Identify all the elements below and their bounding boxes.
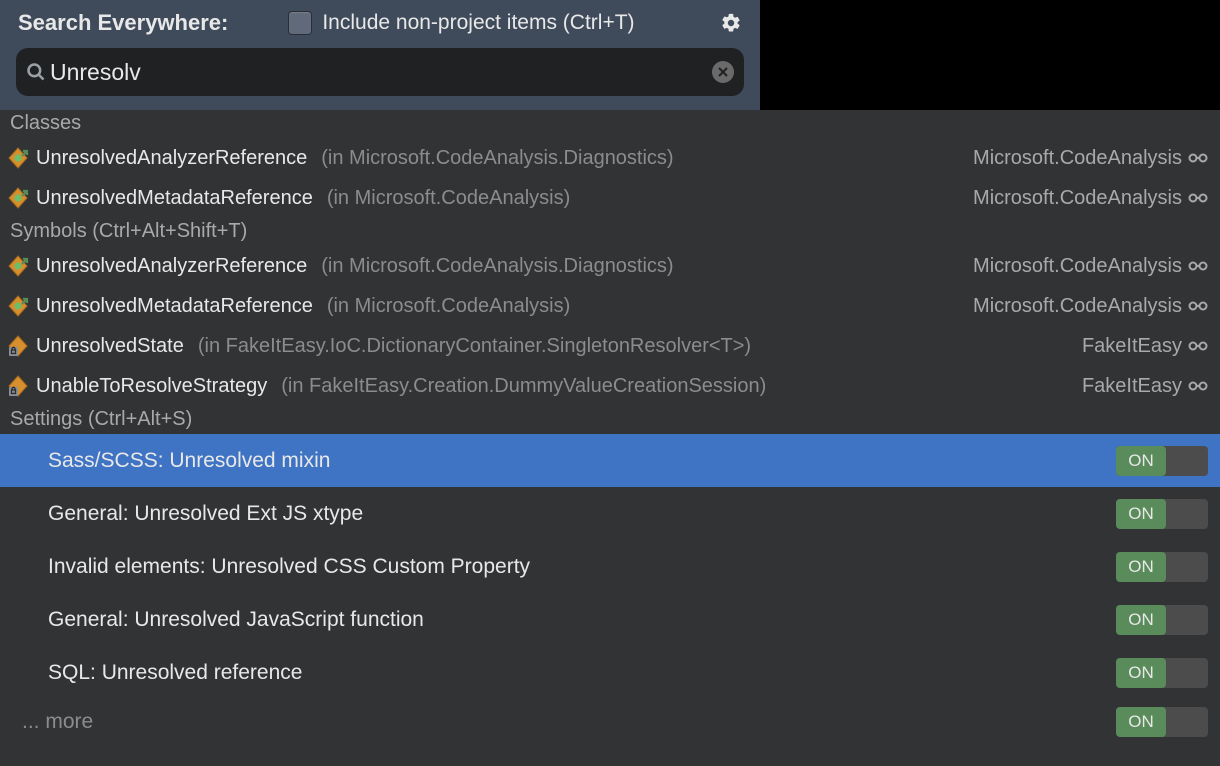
result-name: UnableToResolveStrategy: [36, 375, 267, 398]
search-box[interactable]: [16, 48, 744, 96]
include-nonproject-wrap: Include non-project items (Ctrl+T): [288, 11, 660, 35]
setting-row[interactable]: SQL: Unresolved reference ON: [0, 646, 1220, 699]
result-row[interactable]: UnableToResolveStrategy (in FakeItEasy.C…: [0, 366, 1220, 406]
result-name: UnresolvedAnalyzerReference: [36, 255, 307, 278]
setting-toggle[interactable]: ON: [1116, 605, 1208, 635]
search-icon: [26, 62, 46, 82]
link-icon: [1188, 151, 1208, 165]
setting-label: General: Unresolved JavaScript function: [48, 608, 1116, 632]
setting-toggle[interactable]: ON: [1116, 499, 1208, 529]
clear-button[interactable]: [712, 61, 734, 83]
result-meta: (in Microsoft.CodeAnalysis.Diagnostics): [321, 255, 673, 278]
result-row[interactable]: UnresolvedAnalyzerReference (in Microsof…: [0, 138, 1220, 178]
result-name: UnresolvedState: [36, 335, 184, 358]
result-meta: (in Microsoft.CodeAnalysis): [327, 295, 570, 318]
gear-icon[interactable]: [720, 12, 742, 34]
result-name: UnresolvedMetadataReference: [36, 295, 313, 318]
setting-toggle[interactable]: ON: [1116, 446, 1208, 476]
results-panel: Classes UnresolvedAnalyzerReference (in …: [0, 110, 1220, 766]
more-label: ... more: [22, 710, 1116, 734]
result-meta: (in FakeItEasy.IoC.DictionaryContainer.S…: [198, 335, 751, 358]
result-row[interactable]: UnresolvedAnalyzerReference (in Microsof…: [0, 246, 1220, 286]
setting-label: SQL: Unresolved reference: [48, 661, 1116, 685]
class-icon: [6, 146, 30, 170]
class-icon: [6, 254, 30, 278]
setting-toggle[interactable]: ON: [1116, 552, 1208, 582]
search-row: [0, 44, 760, 110]
setting-label: Invalid elements: Unresolved CSS Custom …: [48, 555, 1116, 579]
field-icon: [6, 374, 30, 398]
result-assembly: Microsoft.CodeAnalysis: [973, 147, 1182, 170]
result-assembly: Microsoft.CodeAnalysis: [973, 295, 1182, 318]
category-header-classes: Classes: [0, 110, 1220, 138]
toggle-state: ON: [1116, 707, 1166, 737]
result-name: UnresolvedMetadataReference: [36, 187, 313, 210]
link-icon: [1188, 191, 1208, 205]
setting-toggle[interactable]: ON: [1116, 707, 1208, 737]
result-meta: (in Microsoft.CodeAnalysis.Diagnostics): [321, 147, 673, 170]
result-assembly: FakeItEasy: [1082, 375, 1182, 398]
setting-label: Sass/SCSS: Unresolved mixin: [48, 449, 1116, 473]
toggle-state: ON: [1116, 605, 1166, 635]
toggle-state: ON: [1116, 658, 1166, 688]
result-meta: (in FakeItEasy.Creation.DummyValueCreati…: [281, 375, 766, 398]
result-assembly: FakeItEasy: [1082, 335, 1182, 358]
class-icon: [6, 186, 30, 210]
field-icon: [6, 334, 30, 358]
setting-label: General: Unresolved Ext JS xtype: [48, 502, 1116, 526]
result-name: UnresolvedAnalyzerReference: [36, 147, 307, 170]
result-row[interactable]: UnresolvedState (in FakeItEasy.IoC.Dicti…: [0, 326, 1220, 366]
result-row[interactable]: UnresolvedMetadataReference (in Microsof…: [0, 178, 1220, 218]
result-row[interactable]: UnresolvedMetadataReference (in Microsof…: [0, 286, 1220, 326]
setting-row[interactable]: Sass/SCSS: Unresolved mixin ON: [0, 434, 1220, 487]
search-everywhere-popup: Search Everywhere: Include non-project i…: [0, 0, 1220, 766]
link-icon: [1188, 259, 1208, 273]
toggle-state: ON: [1116, 552, 1166, 582]
toggle-state: ON: [1116, 446, 1166, 476]
include-nonproject-label: Include non-project items (Ctrl+T): [322, 11, 634, 35]
include-nonproject-checkbox[interactable]: [288, 11, 312, 35]
link-icon: [1188, 379, 1208, 393]
setting-row[interactable]: General: Unresolved Ext JS xtype ON: [0, 487, 1220, 540]
setting-row[interactable]: General: Unresolved JavaScript function …: [0, 593, 1220, 646]
link-icon: [1188, 299, 1208, 313]
class-icon: [6, 294, 30, 318]
category-header-symbols: Symbols (Ctrl+Alt+Shift+T): [0, 218, 1220, 246]
category-header-settings: Settings (Ctrl+Alt+S): [0, 406, 1220, 434]
link-icon: [1188, 339, 1208, 353]
result-meta: (in Microsoft.CodeAnalysis): [327, 187, 570, 210]
more-row[interactable]: ... more ON: [0, 699, 1220, 745]
popup-title: Search Everywhere:: [18, 10, 228, 36]
search-input[interactable]: [46, 59, 712, 86]
popup-header: Search Everywhere: Include non-project i…: [0, 0, 760, 44]
setting-toggle[interactable]: ON: [1116, 658, 1208, 688]
result-assembly: Microsoft.CodeAnalysis: [973, 255, 1182, 278]
toggle-state: ON: [1116, 499, 1166, 529]
setting-row[interactable]: Invalid elements: Unresolved CSS Custom …: [0, 540, 1220, 593]
result-assembly: Microsoft.CodeAnalysis: [973, 187, 1182, 210]
